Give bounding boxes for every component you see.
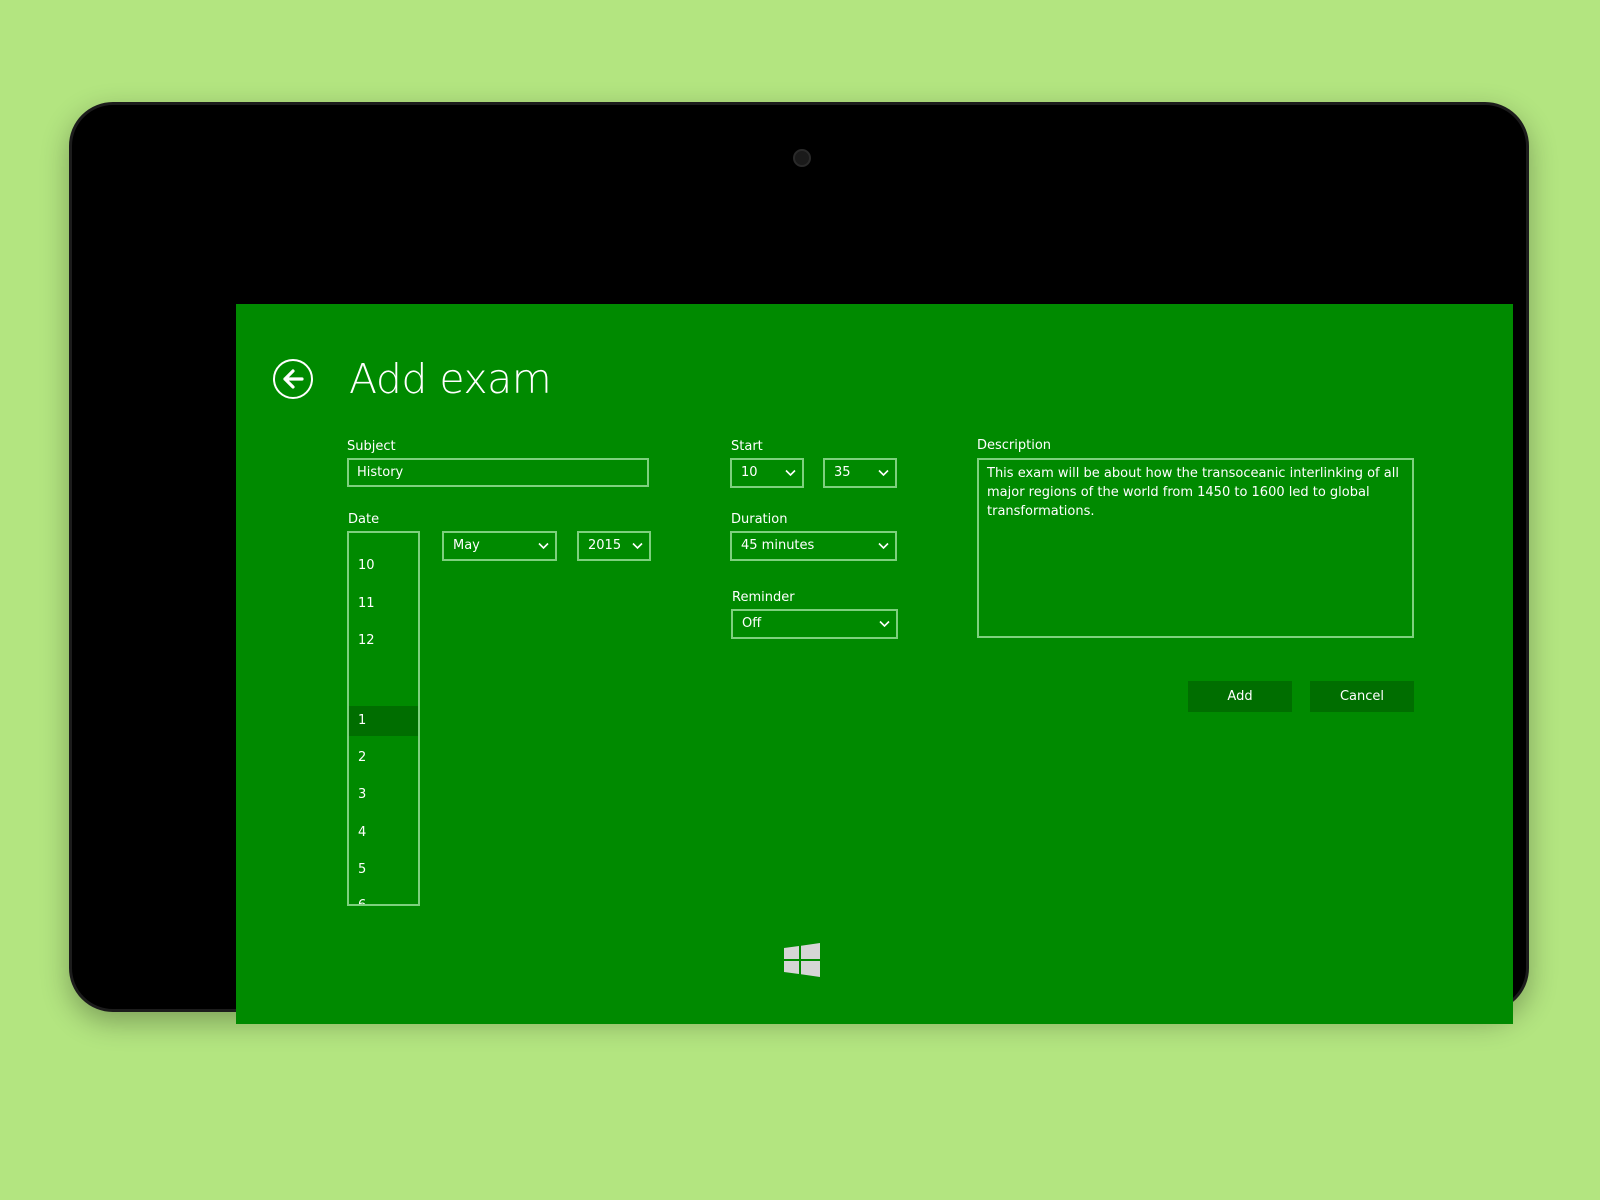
month-value: May bbox=[453, 538, 480, 553]
year-select[interactable]: 2015 bbox=[577, 531, 651, 561]
app-screen: Add exam Subject History Date 9 10 11 12… bbox=[236, 304, 1513, 1024]
chevron-down-icon bbox=[879, 620, 890, 628]
day-item-3[interactable]: 3 bbox=[349, 780, 418, 810]
date-label: Date bbox=[348, 512, 380, 527]
chevron-down-icon bbox=[878, 469, 889, 477]
day-item-10[interactable]: 10 bbox=[349, 551, 418, 581]
tablet-device: Add exam Subject History Date 9 10 11 12… bbox=[69, 102, 1529, 1024]
reminder-select[interactable]: Off bbox=[731, 609, 898, 639]
description-textarea[interactable]: This exam will be about how the transoce… bbox=[977, 458, 1414, 638]
month-select[interactable]: May bbox=[442, 531, 557, 561]
subject-label: Subject bbox=[347, 439, 396, 454]
start-hour-select[interactable]: 10 bbox=[730, 458, 804, 488]
chevron-down-icon bbox=[785, 469, 796, 477]
day-item-4[interactable]: 4 bbox=[349, 818, 418, 848]
day-item-5[interactable]: 5 bbox=[349, 855, 418, 885]
start-hour-value: 10 bbox=[741, 465, 758, 480]
windows-logo-icon[interactable] bbox=[784, 943, 820, 977]
day-item-12[interactable]: 12 bbox=[349, 626, 418, 656]
reminder-value: Off bbox=[742, 616, 762, 631]
description-label: Description bbox=[977, 438, 1052, 453]
day-item-2[interactable]: 2 bbox=[349, 743, 418, 773]
start-minute-value: 35 bbox=[834, 465, 851, 480]
day-picker-list[interactable]: 9 10 11 12 1 2 3 4 5 6 bbox=[347, 531, 420, 906]
chevron-down-icon bbox=[632, 542, 643, 550]
year-value: 2015 bbox=[588, 538, 622, 553]
start-label: Start bbox=[731, 439, 763, 454]
camera-icon bbox=[793, 149, 811, 167]
day-item-11[interactable]: 11 bbox=[349, 589, 418, 619]
chevron-down-icon bbox=[878, 542, 889, 550]
duration-value: 45 minutes bbox=[741, 538, 815, 553]
duration-select[interactable]: 45 minutes bbox=[730, 531, 897, 561]
add-button[interactable]: Add bbox=[1188, 681, 1292, 712]
subject-input[interactable]: History bbox=[347, 458, 649, 487]
cancel-button[interactable]: Cancel bbox=[1310, 681, 1414, 712]
back-arrow-icon bbox=[283, 369, 304, 389]
day-item-9[interactable]: 9 bbox=[349, 533, 418, 544]
duration-label: Duration bbox=[731, 512, 788, 527]
chevron-down-icon bbox=[538, 542, 549, 550]
reminder-label: Reminder bbox=[732, 590, 795, 605]
page-title: Add exam bbox=[349, 355, 552, 403]
day-item-selected[interactable]: 1 bbox=[349, 706, 418, 736]
back-button[interactable] bbox=[273, 359, 313, 399]
day-item-6[interactable]: 6 bbox=[349, 891, 418, 904]
start-minute-select[interactable]: 35 bbox=[823, 458, 897, 488]
